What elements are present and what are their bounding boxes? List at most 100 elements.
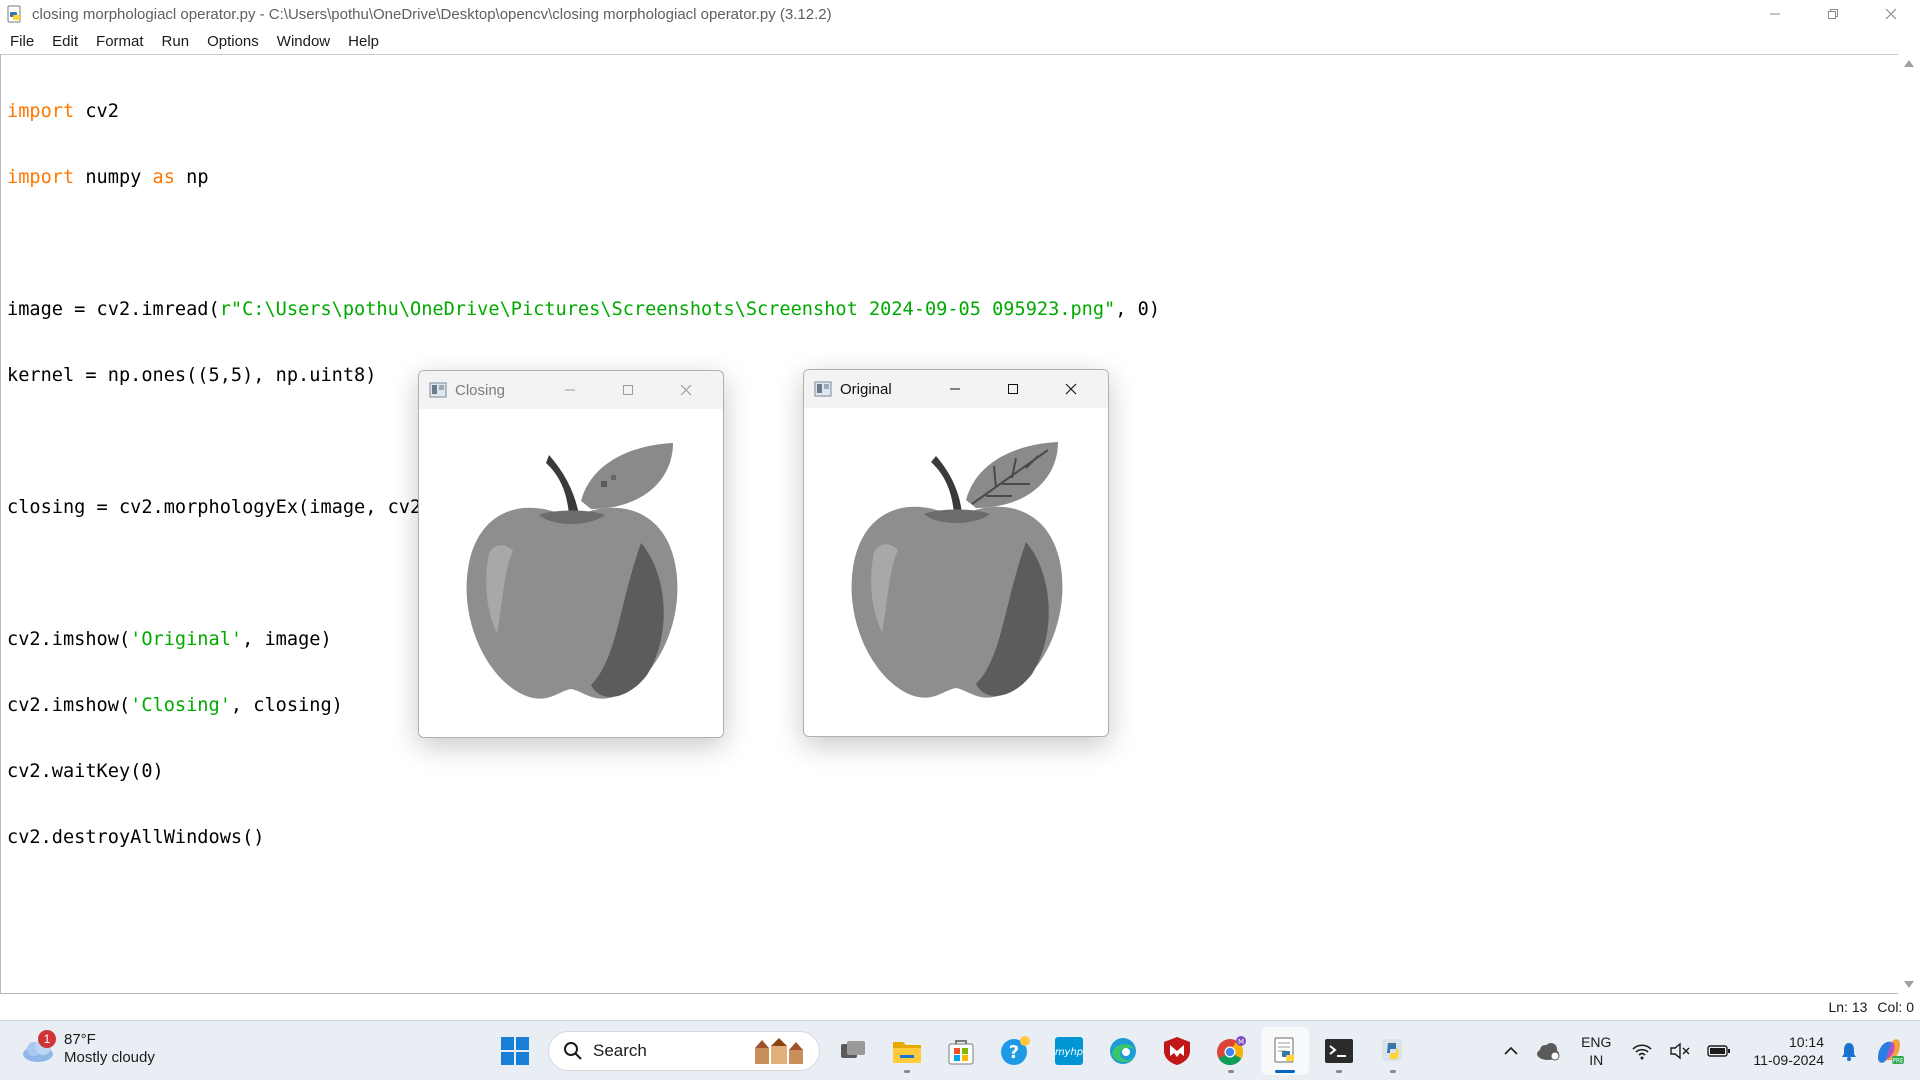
close-icon	[1885, 8, 1897, 20]
original-maximize-button[interactable]	[984, 370, 1042, 408]
battery-button[interactable]	[1707, 1044, 1731, 1058]
string-literal: 'Original'	[130, 629, 243, 650]
running-indicator	[904, 1070, 910, 1073]
start-button[interactable]	[491, 1027, 539, 1075]
terminal-button[interactable]	[1315, 1027, 1363, 1075]
desktop-screen: { "window": { "title": "closing morpholo…	[0, 0, 1920, 1080]
minimize-icon	[565, 389, 575, 391]
microsoft-store-button[interactable]	[937, 1027, 985, 1075]
menu-edit[interactable]: Edit	[52, 33, 78, 50]
python-file-icon	[7, 5, 21, 23]
line-number: Ln: 13	[1828, 999, 1868, 1015]
menu-run[interactable]: Run	[162, 33, 190, 50]
search-placeholder: Search	[593, 1041, 647, 1060]
volume-button[interactable]	[1669, 1042, 1691, 1060]
running-indicator	[1228, 1070, 1234, 1073]
code-text-run: , closing)	[230, 695, 343, 716]
closing-minimize-button[interactable]	[541, 371, 599, 409]
closing-close-button[interactable]	[657, 371, 715, 409]
menu-window[interactable]: Window	[277, 33, 330, 50]
apple-image	[851, 442, 1063, 698]
copilot-icon: PRE	[1878, 1039, 1904, 1065]
myhp-button[interactable]: myhp	[1045, 1027, 1093, 1075]
python-icon	[1382, 1039, 1402, 1061]
battery-icon	[1707, 1045, 1731, 1057]
minimize-button[interactable]	[1746, 0, 1804, 28]
original-window-controls	[926, 370, 1100, 408]
system-tray: ENG IN 10:14 11-09-2024 PRE	[1495, 1021, 1920, 1080]
code-text-run: image = cv2.imread(	[7, 299, 220, 320]
code-line: cv2.destroyAllWindows()	[7, 827, 265, 848]
menu-format[interactable]: Format	[96, 33, 144, 50]
menu-help[interactable]: Help	[348, 33, 379, 50]
original-close-button[interactable]	[1042, 370, 1100, 408]
weather-temperature: 87°F	[64, 1031, 96, 1048]
minimize-icon	[950, 388, 960, 390]
store-icon	[948, 1040, 974, 1065]
code-line: import numpy as np	[7, 167, 1160, 189]
svg-text:M: M	[1238, 1038, 1244, 1046]
weather-widget[interactable]: 1 87°F Mostly cloudy	[20, 1030, 155, 1067]
taskbar-apps: Search ? myhp M	[488, 1021, 1420, 1080]
vertical-scrollbar[interactable]	[1898, 54, 1920, 994]
svg-text:PRE: PRE	[1892, 1058, 1904, 1065]
menu-options[interactable]: Options	[207, 33, 259, 50]
keyword: import	[7, 101, 75, 122]
original-window-title: Original	[840, 380, 892, 398]
cloudy-weather-icon: 1	[20, 1030, 58, 1064]
weather-condition: Mostly cloudy	[64, 1049, 155, 1066]
column-number: Col: 0	[1877, 999, 1914, 1015]
show-hidden-icons-button[interactable]	[1503, 1045, 1519, 1057]
original-minimize-button[interactable]	[926, 370, 984, 408]
scroll-up-arrow-icon[interactable]	[1904, 60, 1914, 67]
help-icon: ?	[1001, 1036, 1030, 1065]
file-explorer-button[interactable]	[883, 1027, 931, 1075]
apple-image	[466, 443, 678, 699]
code-line: cv2.waitKey(0)	[7, 761, 164, 782]
task-view-icon	[841, 1041, 865, 1058]
code-text-run: , image)	[242, 629, 332, 650]
clock[interactable]: 10:14 11-09-2024	[1753, 1033, 1824, 1069]
maximize-icon	[1008, 384, 1018, 394]
keyword: as	[152, 167, 175, 188]
closing-image-canvas	[419, 409, 723, 737]
closing-image-window[interactable]: Closing	[418, 370, 724, 738]
closing-maximize-button[interactable]	[599, 371, 657, 409]
get-help-button[interactable]: ?	[991, 1027, 1039, 1075]
running-indicator	[1336, 1070, 1342, 1073]
onedrive-button[interactable]	[1535, 1041, 1561, 1061]
input-language-button[interactable]: ENG IN	[1581, 1033, 1611, 1069]
window-title: closing morphologiacl operator.py - C:\U…	[32, 5, 832, 23]
python-button[interactable]	[1369, 1027, 1417, 1075]
myhp-icon: myhp	[1055, 1037, 1083, 1065]
notifications-button[interactable]	[1840, 1041, 1858, 1061]
closing-window-controls	[541, 371, 715, 409]
original-image-canvas	[804, 408, 1108, 736]
edge-button[interactable]	[1099, 1027, 1147, 1075]
menu-file[interactable]: File	[10, 33, 34, 50]
task-view-button[interactable]	[829, 1027, 877, 1075]
running-indicator	[1390, 1070, 1396, 1073]
restore-icon	[1828, 9, 1838, 19]
taskbar-search[interactable]: Search	[548, 1031, 820, 1071]
original-window-titlebar[interactable]: Original	[804, 370, 1108, 408]
close-button[interactable]	[1862, 0, 1920, 28]
scroll-down-arrow-icon[interactable]	[1904, 981, 1914, 988]
code-text-run: cv2.imshow(	[7, 629, 131, 650]
opencv-window-icon	[814, 381, 832, 397]
closing-window-titlebar[interactable]: Closing	[419, 371, 723, 409]
volume-muted-icon	[1670, 1042, 1690, 1060]
window-controls	[1746, 0, 1920, 28]
restore-button[interactable]	[1804, 0, 1862, 28]
mcafee-button[interactable]	[1153, 1027, 1201, 1075]
original-image-window[interactable]: Original	[803, 369, 1109, 737]
code-text-run: , 0)	[1115, 299, 1161, 320]
region-code: IN	[1589, 1052, 1604, 1068]
copilot-button[interactable]: PRE	[1874, 1036, 1904, 1066]
chrome-button[interactable]: M	[1207, 1027, 1255, 1075]
wifi-button[interactable]	[1631, 1042, 1653, 1060]
search-highlight-icon	[755, 1038, 803, 1064]
folder-icon	[893, 1042, 921, 1063]
idle-editor-button[interactable]	[1261, 1027, 1309, 1075]
chrome-icon: M	[1217, 1036, 1246, 1066]
